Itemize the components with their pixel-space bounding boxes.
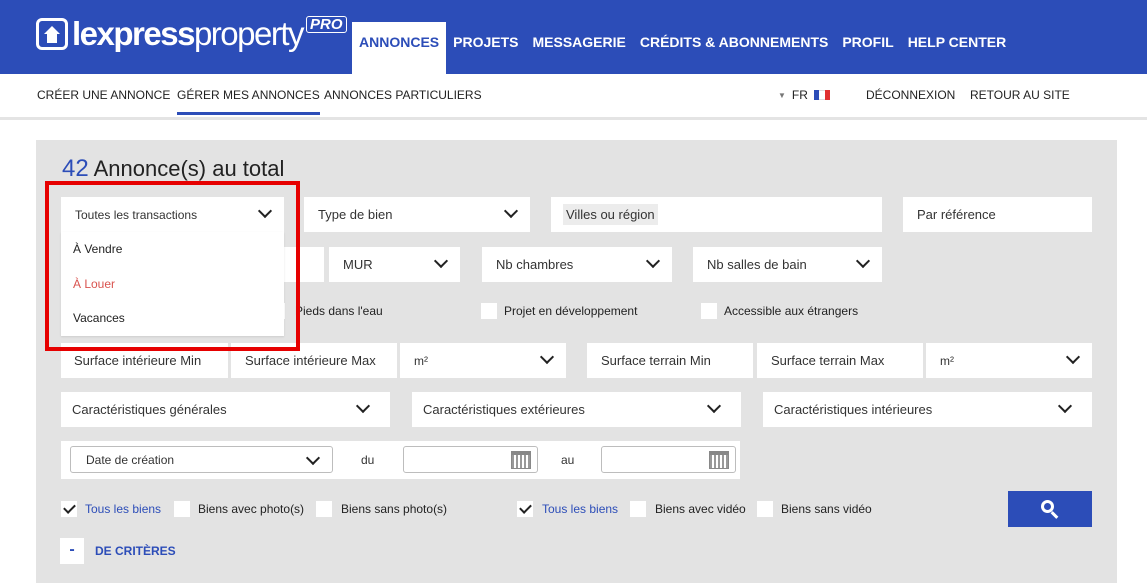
calendar-icon[interactable] [511,451,531,469]
chevron-down-icon [305,450,321,466]
photo-all-checkbox[interactable]: Tous les biens [61,501,161,517]
photo-with-checkbox[interactable]: Biens avec photo(s) [174,501,304,517]
chevron-down-icon [503,203,519,219]
chevron-down-icon [706,398,722,414]
site-logo[interactable]: lexpressproperty PRO [36,14,347,54]
criteria-collapse-toggle[interactable]: - [60,538,84,564]
nav-projets[interactable]: PROJETS [446,22,525,74]
bedrooms-select[interactable]: Nb chambres [482,247,672,282]
surface-terrain-unit-select[interactable]: m² [926,343,1092,378]
date-from-input[interactable] [403,446,538,473]
sub-nav: CRÉER UNE ANNONCE GÉRER MES ANNONCES ANN… [0,74,1147,120]
nav-help-center[interactable]: HELP CENTER [901,22,1014,74]
subnav-gerer-annonces[interactable]: GÉRER MES ANNONCES [177,88,320,115]
property-type-select[interactable]: Type de bien [304,197,530,232]
nav-profil[interactable]: PROFIL [835,22,900,74]
language-code: FR [791,88,808,102]
bathrooms-select[interactable]: Nb salles de bain [693,247,882,282]
video-without-checkbox[interactable]: Biens sans vidéo [757,501,872,517]
checkbox-box[interactable] [701,303,717,319]
surface-interieure-unit-select[interactable]: m² [400,343,566,378]
projet-developpement-checkbox[interactable]: Projet en développement [481,303,637,319]
checkbox-box[interactable] [757,501,773,517]
date-to-label: au [561,453,575,467]
france-flag-icon [813,90,830,100]
checkbox-checked[interactable] [61,501,77,517]
nav-messagerie[interactable]: MESSAGERIE [525,22,632,74]
checkbox-box[interactable] [316,501,332,517]
checkbox-checked[interactable] [517,501,533,517]
checkbox-box[interactable] [174,501,190,517]
subnav-annonces-particuliers[interactable]: ANNONCES PARTICULIERS [324,88,482,102]
caracteristiques-generales-select[interactable]: Caractéristiques générales [61,392,390,427]
nav-annonces[interactable]: ANNONCES [352,22,447,74]
cities-input[interactable]: Villes ou région [551,197,882,232]
total-label: Annonce(s) au total [93,156,285,181]
language-selector[interactable]: ▼ FR [778,88,830,102]
total-listings: 42 Annonce(s) au total [62,155,284,183]
date-type-select[interactable]: Date de création [70,446,333,473]
video-all-checkbox[interactable]: Tous les biens [517,501,618,517]
date-to-input[interactable] [601,446,736,473]
checkbox-box[interactable] [481,303,497,319]
surface-terrain-min-input[interactable]: Surface terrain Min [587,343,753,378]
search-button[interactable] [1008,491,1092,527]
chevron-down-icon [539,349,555,365]
top-header-bar: lexpressproperty PRO ANNONCES PROJETS ME… [0,0,1147,74]
chevron-down-icon [355,398,371,414]
nav-credits-abonnements[interactable]: CRÉDITS & ABONNEMENTS [633,22,836,74]
photo-without-checkbox[interactable]: Biens sans photo(s) [316,501,447,517]
criteria-label[interactable]: DE CRITÈRES [95,544,176,558]
subnav-creer-annonce[interactable]: CRÉER UNE ANNONCE [37,88,170,102]
total-count: 42 [62,155,89,182]
logout-link[interactable]: DÉCONNEXION [866,88,955,102]
logo-pro-badge: PRO [306,15,347,33]
checkbox-box[interactable] [630,501,646,517]
chevron-down-icon [1057,398,1073,414]
calendar-icon[interactable] [709,451,729,469]
reference-input[interactable]: Par référence [903,197,1092,232]
caracteristiques-interieures-select[interactable]: Caractéristiques intérieures [763,392,1092,427]
back-to-site-link[interactable]: RETOUR AU SITE [970,88,1070,102]
currency-select[interactable]: MUR [329,247,460,282]
chevron-down-icon [433,253,449,269]
logo-text-light: property [193,15,305,52]
chevron-down-icon [855,253,871,269]
logo-text-bold: lexpress [72,15,195,52]
annotation-highlight-box [45,181,300,351]
chevron-down-icon [645,253,661,269]
surface-terrain-max-input[interactable]: Surface terrain Max [757,343,923,378]
caret-down-icon: ▼ [778,90,786,100]
accessible-etrangers-checkbox[interactable]: Accessible aux étrangers [701,303,858,319]
caracteristiques-exterieures-select[interactable]: Caractéristiques extérieures [412,392,741,427]
main-nav: ANNONCES PROJETS MESSAGERIE CRÉDITS & AB… [352,22,1013,74]
chevron-down-icon [1065,349,1081,365]
video-with-checkbox[interactable]: Biens avec vidéo [630,501,746,517]
date-from-label: du [361,453,375,467]
house-logo-icon [36,18,68,50]
